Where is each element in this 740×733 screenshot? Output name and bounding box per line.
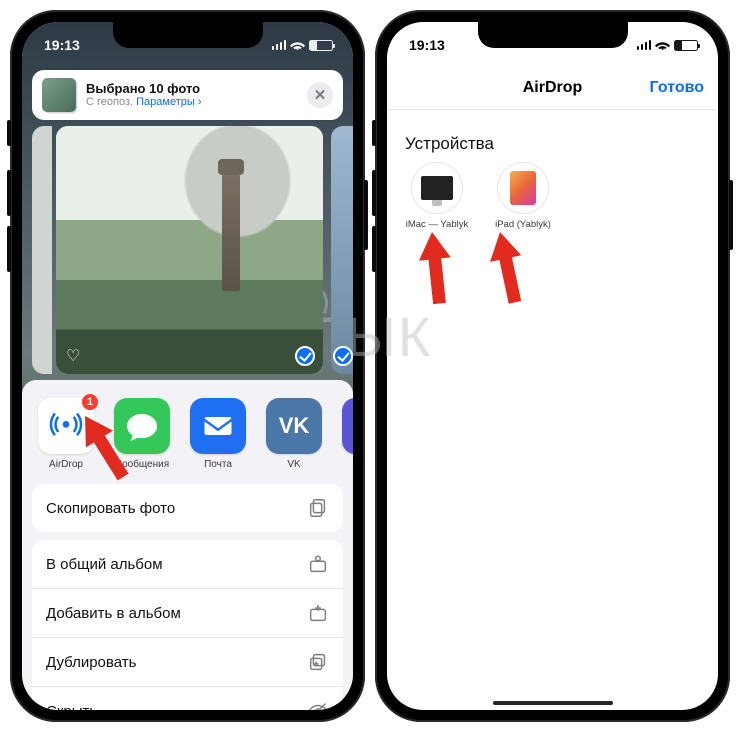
- selected-check-icon[interactable]: [333, 346, 353, 366]
- action-label: Скрыть: [46, 703, 97, 711]
- action-label: В общий альбом: [46, 556, 163, 573]
- device-imac[interactable]: iMac — Yablyk: [401, 162, 473, 230]
- cellular-icon: [272, 40, 287, 50]
- notch: [113, 22, 263, 48]
- action-hide[interactable]: Скрыть: [32, 686, 343, 710]
- phone-right: 19:13 AirDrop Готово Устройства iMac — Y…: [375, 10, 730, 722]
- copy-icon: [307, 497, 329, 519]
- photo-preview[interactable]: ♡: [56, 126, 323, 374]
- home-indicator[interactable]: [493, 701, 613, 705]
- more-icon: [342, 398, 353, 454]
- vk-icon: VK: [266, 398, 322, 454]
- app-label: VK: [266, 459, 322, 470]
- screen-left: 19:13 Выбрано 10 фото С геопоз. Параметр…: [22, 22, 353, 710]
- photo-next-sliver[interactable]: [331, 126, 353, 374]
- hide-icon: [307, 700, 329, 710]
- ipad-icon: [497, 162, 549, 214]
- action-shared-album[interactable]: В общий альбом: [32, 540, 343, 588]
- status-indicators: [272, 39, 334, 51]
- share-subtitle: С геопоз. Параметры ›: [86, 96, 297, 109]
- photo-prev-sliver[interactable]: [32, 126, 52, 374]
- action-copy-photo[interactable]: Скопировать фото: [32, 484, 343, 532]
- imac-icon: [411, 162, 463, 214]
- close-button[interactable]: ✕: [307, 82, 333, 108]
- shared-album-icon: [307, 553, 329, 575]
- action-label: Дублировать: [46, 654, 136, 671]
- app-label: AirDrop: [38, 459, 94, 470]
- share-app-row[interactable]: 1 AirDrop Сообщения Почта: [22, 390, 353, 476]
- mail-icon: [190, 398, 246, 454]
- screen-right: 19:13 AirDrop Готово Устройства iMac — Y…: [387, 22, 718, 710]
- action-duplicate[interactable]: Дублировать: [32, 637, 343, 686]
- actions-group-2: В общий альбом Добавить в альбом Дублиро…: [32, 540, 343, 710]
- add-album-icon: [307, 602, 329, 624]
- device-ipad[interactable]: iPad (Yablyk): [487, 162, 559, 230]
- battery-icon: [674, 40, 698, 51]
- share-sheet: 1 AirDrop Сообщения Почта: [22, 380, 353, 710]
- wifi-icon: [290, 39, 305, 51]
- photo-preview-row[interactable]: ♡: [22, 126, 353, 374]
- device-label: iMac — Yablyk: [401, 219, 473, 230]
- notch: [478, 22, 628, 48]
- cellular-icon: [637, 40, 652, 50]
- battery-icon: [309, 40, 333, 51]
- airdrop-devices-row: iMac — Yablyk iPad (Yablyk): [401, 162, 559, 230]
- share-header-card: Выбрано 10 фото С геопоз. Параметры › ✕: [32, 70, 343, 120]
- page-title: AirDrop: [523, 79, 583, 97]
- app-label: Почта: [190, 459, 246, 470]
- action-label: Скопировать фото: [46, 500, 175, 517]
- favorite-icon[interactable]: ♡: [66, 346, 80, 366]
- app-vk[interactable]: VK VK: [266, 398, 322, 470]
- phone-left: 19:13 Выбрано 10 фото С геопоз. Параметр…: [10, 10, 365, 722]
- duplicate-icon: [307, 651, 329, 673]
- share-options-link[interactable]: Параметры: [136, 96, 195, 108]
- share-title: Выбрано 10 фото: [86, 81, 297, 97]
- done-button[interactable]: Готово: [650, 79, 704, 97]
- action-label: Добавить в альбом: [46, 605, 181, 622]
- status-time: 19:13: [44, 37, 80, 53]
- device-label: iPad (Yablyk): [487, 219, 559, 230]
- share-thumbnail: [42, 78, 76, 112]
- app-more[interactable]: [342, 398, 353, 470]
- status-indicators: [637, 39, 699, 51]
- section-devices-header: Устройства: [405, 134, 494, 154]
- action-add-album[interactable]: Добавить в альбом: [32, 588, 343, 637]
- status-time: 19:13: [409, 37, 445, 53]
- nav-bar: AirDrop Готово: [387, 66, 718, 110]
- app-mail[interactable]: Почта: [190, 398, 246, 470]
- actions-group-1: Скопировать фото: [32, 484, 343, 532]
- wifi-icon: [655, 39, 670, 51]
